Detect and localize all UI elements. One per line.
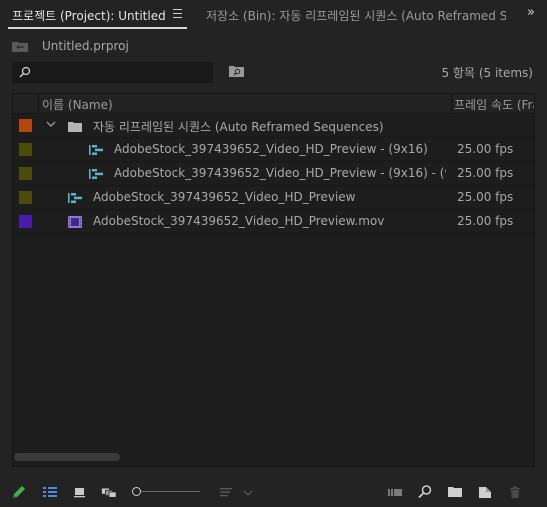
- chevron-down-icon[interactable]: [46, 119, 56, 129]
- item-count: 5 항목 (5 items): [441, 66, 533, 80]
- film-clip-icon: [68, 216, 82, 228]
- sort-icons-icon[interactable]: [219, 484, 235, 500]
- bottom-toolbar: [0, 478, 547, 507]
- sequence-icon: [89, 145, 103, 155]
- parent-folder-icon[interactable]: [12, 41, 28, 52]
- list-item[interactable]: AdobeStock_397439652_Video_HD_Preview 25…: [13, 186, 534, 210]
- project-file-name: Untitled.prproj: [42, 39, 129, 53]
- search-box[interactable]: [12, 62, 213, 83]
- list-item[interactable]: AdobeStock_397439652_Video_HD_Preview.mo…: [13, 210, 534, 234]
- column-header-name[interactable]: 이름 (Name): [42, 96, 113, 113]
- label-color-swatch[interactable]: [19, 167, 32, 180]
- list-item[interactable]: AdobeStock_397439652_Video_HD_Preview - …: [13, 138, 534, 162]
- search-input[interactable]: [35, 63, 205, 82]
- item-frame-rate: 25.00 fps: [457, 142, 514, 156]
- zoom-slider-track[interactable]: [136, 491, 200, 492]
- list-item[interactable]: AdobeStock_397439652_Video_HD_Preview - …: [13, 162, 534, 186]
- column-header-frame-rate[interactable]: 프레임 속도 (Frame Rate): [454, 96, 534, 113]
- pencil-icon[interactable]: [11, 484, 27, 500]
- chevron-down-icon[interactable]: [243, 484, 253, 500]
- item-name[interactable]: 자동 리프레임된 시퀀스 (Auto Reframed Sequences): [93, 118, 448, 135]
- item-frame-rate: 25.00 fps: [457, 166, 514, 180]
- item-name[interactable]: AdobeStock_397439652_Video_HD_Preview - …: [114, 166, 446, 180]
- active-tab-indicator: [8, 27, 187, 29]
- new-search-bin-icon[interactable]: [229, 65, 244, 77]
- tab-overflow-icon[interactable]: »: [527, 5, 535, 20]
- label-color-swatch[interactable]: [19, 191, 32, 204]
- new-item-icon[interactable]: [477, 484, 493, 500]
- panel-tab-bar: 프로젝트 (Project): Untitled 저장소 (Bin): 자동 리…: [0, 0, 547, 30]
- find-icon[interactable]: [417, 484, 433, 500]
- item-name[interactable]: AdobeStock_397439652_Video_HD_Preview: [93, 190, 448, 204]
- freeform-view-icon[interactable]: [101, 484, 117, 500]
- project-panel: 프로젝트 (Project): Untitled 저장소 (Bin): 자동 리…: [0, 0, 547, 507]
- new-bin-icon[interactable]: [447, 484, 463, 500]
- label-color-swatch[interactable]: [19, 119, 32, 132]
- tab-bin[interactable]: 저장소 (Bin): 자동 리프레임된 시퀀스 (Auto Reframed S…: [206, 7, 506, 25]
- trash-icon[interactable]: [507, 484, 523, 500]
- automate-to-sequence-icon[interactable]: [387, 484, 403, 500]
- panel-menu-icon[interactable]: [173, 9, 183, 20]
- folder-icon: [68, 122, 82, 132]
- list-view-icon[interactable]: [42, 484, 58, 500]
- item-frame-rate: 25.00 fps: [457, 214, 514, 228]
- sequence-icon: [68, 193, 82, 203]
- list-header: 이름 (Name) 프레임 속도 (Frame Rate): [13, 94, 534, 114]
- sequence-icon: [89, 169, 103, 179]
- column-divider[interactable]: [451, 94, 452, 113]
- search-icon: [19, 66, 31, 78]
- label-color-swatch[interactable]: [19, 215, 32, 228]
- zoom-slider-handle[interactable]: [132, 487, 141, 496]
- label-color-swatch[interactable]: [19, 143, 32, 156]
- list-item[interactable]: 자동 리프레임된 시퀀스 (Auto Reframed Sequences): [13, 114, 534, 138]
- item-name[interactable]: AdobeStock_397439652_Video_HD_Preview.mo…: [93, 214, 448, 228]
- item-frame-rate: 25.00 fps: [457, 190, 514, 204]
- item-name[interactable]: AdobeStock_397439652_Video_HD_Preview - …: [114, 142, 444, 156]
- icon-view-icon[interactable]: [72, 484, 88, 500]
- tab-project[interactable]: 프로젝트 (Project): Untitled: [12, 7, 166, 25]
- project-item-list[interactable]: 이름 (Name) 프레임 속도 (Frame Rate) 자동 리프레임된 시…: [12, 93, 535, 467]
- column-divider[interactable]: [38, 94, 39, 113]
- horizontal-scrollbar[interactable]: [14, 453, 120, 461]
